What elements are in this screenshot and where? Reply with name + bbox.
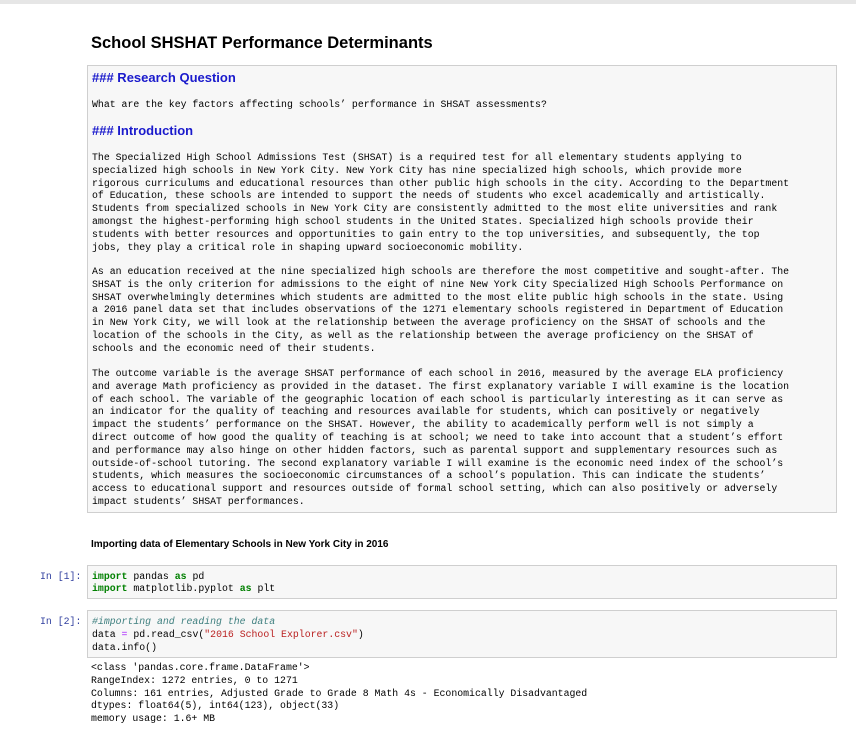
paragraph-line: access to educational support and resour… [92, 483, 778, 495]
cell-prompt-1: In [1]: [40, 571, 82, 582]
research-question-text: What are the key factors affecting schoo… [92, 99, 547, 110]
output-line: memory usage: 1.6+ MB [91, 713, 216, 725]
code-cell-1[interactable]: import pandas as pd import matplotlib.py… [87, 565, 837, 599]
paragraph-line: specialized high schools in New York Cit… [92, 164, 742, 176]
paragraph-line: The Specialized High School Admissions T… [92, 152, 742, 163]
paragraph-line: in New York City, we will look at the re… [92, 317, 766, 329]
paragraph-line: outside-of-school tutoring. The second e… [92, 457, 784, 469]
research-question-heading: ### Research Question [92, 70, 236, 85]
output-line: <class 'pandas.core.frame.DataFrame'> [91, 662, 310, 673]
intro-paragraph-2: As an education received at the nine spe… [92, 266, 789, 356]
paragraph-line: an indicator for the quality of teaching… [92, 406, 760, 418]
paragraph-line: students with better resources and oppor… [92, 228, 760, 240]
paragraph-line: The outcome variable is the average SHSA… [92, 368, 784, 379]
paragraph-line: SHSAT overwhelmingly determines which st… [92, 291, 784, 303]
notebook-title: School SHSHAT Performance Determinants [91, 34, 433, 52]
paragraph-line: impact students’ SHSAT performances. [92, 495, 305, 507]
paragraph-line: of each school. The variable of the geog… [92, 393, 784, 405]
paragraph-line: jobs, they play a critical role in shapi… [92, 241, 524, 253]
paragraph-line: Students from specialized schools in New… [92, 203, 778, 215]
markdown-cell[interactable]: ### Research Question What are the key f… [87, 65, 837, 513]
code-line: import pandas as pd [92, 571, 205, 582]
section-subheading: Importing data of Elementary Schools in … [91, 539, 389, 550]
paragraph-line: amongst the highest-performing high scho… [92, 215, 754, 227]
output-line: dtypes: float64(5), int64(123), object(3… [91, 700, 340, 712]
paragraph-line: direct outcome of how good the quality o… [92, 431, 784, 443]
paragraph-line: students, which measures the socioeconom… [92, 470, 766, 482]
cell-output: <class 'pandas.core.frame.DataFrame'> Ra… [91, 662, 587, 726]
code-line: data.info() [92, 642, 157, 653]
paragraph-line: schools and the economic need of their s… [92, 342, 376, 354]
output-line: RangeIndex: 1272 entries, 0 to 1271 [91, 674, 298, 686]
paragraph-line: impact the students’ performance on the … [92, 419, 754, 431]
output-line: Columns: 161 entries, Adjusted Grade to … [91, 687, 588, 699]
code-comment: #importing and reading the data [92, 616, 276, 627]
code-line: import matplotlib.pyplot as plt [92, 583, 276, 594]
paragraph-line: and performance may also hinge on other … [92, 444, 778, 456]
paragraph-line: of Education, these schools are intended… [92, 190, 766, 202]
paragraph-line: a 2016 panel data set that includes obse… [92, 304, 784, 316]
cell-prompt-2: In [2]: [40, 616, 82, 627]
code-line: data = pd.read_csv("2016 School Explorer… [92, 629, 364, 640]
introduction-heading: ### Introduction [92, 123, 194, 138]
intro-paragraph-3: The outcome variable is the average SHSA… [92, 368, 789, 509]
paragraph-line: and average Math proficiency as provided… [92, 380, 790, 392]
top-border [0, 0, 856, 4]
code-cell-2[interactable]: #importing and reading the data data = p… [87, 610, 837, 658]
paragraph-line: As an education received at the nine spe… [92, 266, 790, 277]
intro-paragraph-1: The Specialized High School Admissions T… [92, 152, 789, 254]
paragraph-line: rigorous curriculums and educational res… [92, 177, 790, 189]
paragraph-line: SHSAT is the only criterion for admissio… [92, 278, 784, 290]
paragraph-line: location of the schools in the City, as … [92, 329, 754, 341]
